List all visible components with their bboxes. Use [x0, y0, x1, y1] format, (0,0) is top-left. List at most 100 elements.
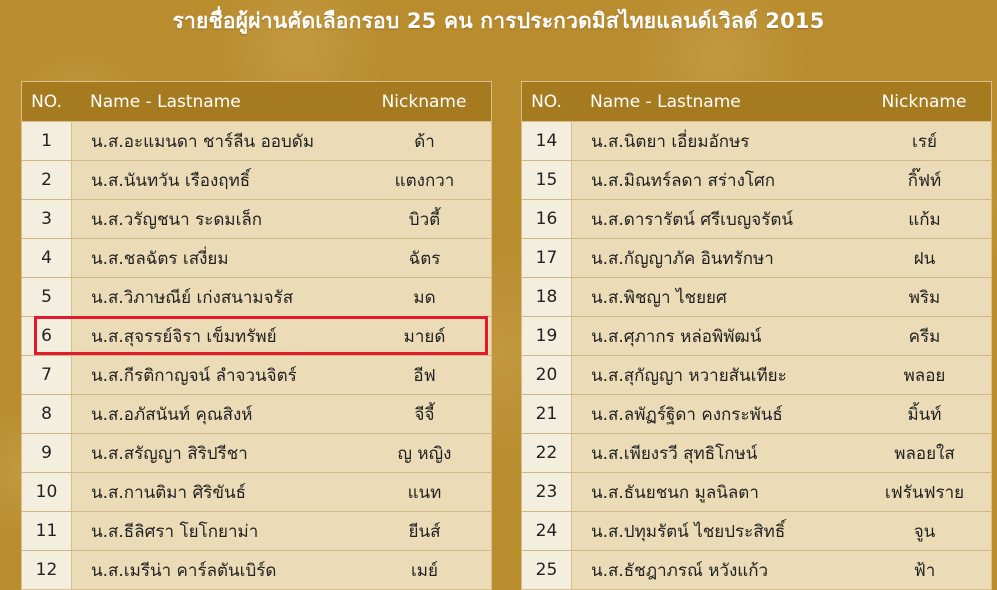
row-nickname: เมย์	[358, 551, 491, 589]
row-number: 25	[522, 551, 572, 589]
row-nickname: จีจี้	[358, 395, 491, 433]
row-number: 23	[522, 473, 572, 511]
row-number: 16	[522, 200, 572, 238]
row-nickname: พริม	[858, 278, 991, 316]
row-number: 24	[522, 512, 572, 550]
table-row: 17 น.ส.กัญญาภัค อินทรักษา ฝน	[522, 239, 991, 278]
row-number: 6	[22, 317, 72, 355]
table-row: 3 น.ส.วรัญชนา ระดมเล็ก บิวตี้	[22, 200, 491, 239]
row-name: น.ส.มิณทร์ลดา สร่างโศก	[572, 161, 858, 199]
contestant-table-right: NO. Name - Lastname Nickname 14 น.ส.นิตยา…	[521, 81, 992, 590]
row-name: น.ส.เพียงรวี สุทธิโกษน์	[572, 434, 858, 472]
table-row: 12 น.ส.เมรีน่า คาร์ลตันเบิร์ด เมย์	[22, 551, 491, 589]
row-number: 11	[22, 512, 72, 550]
row-nickname: บิวตี้	[358, 200, 491, 238]
table-row: 21 น.ส.ลพัฏร์ฐิดา คงกระพันธ์ มิ้นท์	[522, 395, 991, 434]
row-name: น.ส.กานติมา ศิริขันธ์	[72, 473, 358, 511]
row-nickname: แก้ม	[858, 200, 991, 238]
row-number: 20	[522, 356, 572, 394]
table-row: 10 น.ส.กานติมา ศิริขันธ์ แนท	[22, 473, 491, 512]
row-name: น.ส.ชลฉัตร เสงี่ยม	[72, 239, 358, 277]
table-row: 18 น.ส.พิชญา ไชยยศ พริม	[522, 278, 991, 317]
row-number: 17	[522, 239, 572, 277]
row-name: น.ส.เมรีน่า คาร์ลตันเบิร์ด	[72, 551, 358, 589]
row-number: 3	[22, 200, 72, 238]
table-row: 22 น.ส.เพียงรวี สุทธิโกษน์ พลอยใส	[522, 434, 991, 473]
row-name: น.ส.ธัชฎาภรณ์ หวังแก้ว	[572, 551, 858, 589]
row-nickname: ยีนส์	[358, 512, 491, 550]
row-number: 15	[522, 161, 572, 199]
table-row: 25 น.ส.ธัชฎาภรณ์ หวังแก้ว ฟ้า	[522, 551, 991, 589]
row-nickname: ฟ้า	[858, 551, 991, 589]
table-row: 8 น.ส.อภัสนันท์ คุณสิงห์ จีจี้	[22, 395, 491, 434]
row-number: 21	[522, 395, 572, 433]
row-name: น.ส.วิภาษณีย์ เก่งสนามจรัส	[72, 278, 358, 316]
table-row: 2 น.ส.นันทวัน เรืองฤทธิ์ แตงกวา	[22, 161, 491, 200]
table-row: 20 น.ส.สุกัญญา หวายสันเทียะ พลอย	[522, 356, 991, 395]
row-name: น.ส.อภัสนันท์ คุณสิงห์	[72, 395, 358, 433]
table-row: 4 น.ส.ชลฉัตร เสงี่ยม ฉัตร	[22, 239, 491, 278]
row-name: น.ส.กีรติกาญจน์ ลำจวนจิตร์	[72, 356, 358, 394]
row-number: 4	[22, 239, 72, 277]
row-nickname: ฝน	[858, 239, 991, 277]
header-nickname: Nickname	[381, 91, 467, 112]
row-nickname: มายด์	[358, 317, 491, 355]
table-row: 9 น.ส.สรัญญา สิริปรีชาญ หญิง	[22, 434, 491, 473]
row-name: น.ส.ลพัฏร์ฐิดา คงกระพันธ์	[572, 395, 858, 433]
row-nickname: เฟรันฟราย	[858, 473, 991, 511]
row-number: 22	[522, 434, 572, 472]
row-nickname: แนท	[358, 473, 491, 511]
row-name: น.ส.สรัญญา สิริปรีชา	[72, 434, 358, 472]
row-number: 18	[522, 278, 572, 316]
row-number: 9	[22, 434, 72, 472]
row-number: 12	[22, 551, 72, 589]
table-row: 11 น.ส.ธีลิศรา โยโกยาม่า ยีนส์	[22, 512, 491, 551]
header-nickname: Nickname	[881, 91, 967, 112]
table-row: 16 น.ส.ดารารัตน์ ศรีเบญจรัตน์ แก้ม	[522, 200, 991, 239]
row-name: น.ส.กัญญาภัค อินทรักษา	[572, 239, 858, 277]
table-row: 7 น.ส.กีรติกาญจน์ ลำจวนจิตร์ อีฟ	[22, 356, 491, 395]
row-name: น.ส.ดารารัตน์ ศรีเบญจรัตน์	[572, 200, 858, 238]
row-name: น.ส.นันทวัน เรืองฤทธิ์	[72, 161, 358, 199]
row-name: น.ส.วรัญชนา ระดมเล็ก	[72, 200, 358, 238]
row-name: น.ส.ศุภากร หล่อพิพัฒน์	[572, 317, 858, 355]
row-nickname: ญ หญิง	[358, 434, 491, 472]
row-number: 5	[22, 278, 72, 316]
table-row: 23 น.ส.ธันยชนก มูลนิลตา เฟรันฟราย	[522, 473, 991, 512]
row-number: 2	[22, 161, 72, 199]
row-nickname: ครีม	[858, 317, 991, 355]
row-nickname: ฉัตร	[358, 239, 491, 277]
header-name: Name - Lastname	[590, 91, 741, 112]
row-number: 10	[22, 473, 72, 511]
row-nickname: มิ้นท์	[858, 395, 991, 433]
row-name: น.ส.สุจรรย์จิรา เข็มทรัพย์	[72, 317, 358, 355]
table-row: 14 น.ส.นิตยา เอี่ยมอักษร เรย์	[522, 122, 991, 161]
row-nickname: จูน	[858, 512, 991, 550]
table-row: 6 น.ส.สุจรรย์จิรา เข็มทรัพย์ มายด์	[22, 317, 491, 356]
table-row: 19 น.ส.ศุภากร หล่อพิพัฒน์ ครีม	[522, 317, 991, 356]
header-no: NO.	[531, 91, 562, 112]
header-name: Name - Lastname	[90, 91, 241, 112]
table-row: 24 น.ส.ปทุมรัตน์ ไชยประสิทธิ์ จูน	[522, 512, 991, 551]
row-nickname: มด	[358, 278, 491, 316]
table-row: 5 น.ส.วิภาษณีย์ เก่งสนามจรัส มด	[22, 278, 491, 317]
row-name: น.ส.ปทุมรัตน์ ไชยประสิทธิ์	[572, 512, 858, 550]
row-number: 19	[522, 317, 572, 355]
row-name: น.ส.อะแมนดา ชาร์ลีน ออบดัม	[72, 122, 358, 160]
table-row: 15 น.ส.มิณทร์ลดา สร่างโศก กิ๊ฟท์	[522, 161, 991, 200]
row-name: น.ส.พิชญา ไชยยศ	[572, 278, 858, 316]
contestant-table-left: NO. Name - Lastname Nickname 1 น.ส.อะแมนด…	[21, 81, 492, 590]
table-row: 1 น.ส.อะแมนดา ชาร์ลีน ออบดัม ด้า	[22, 122, 491, 161]
row-number: 1	[22, 122, 72, 160]
row-nickname: แตงกวา	[358, 161, 491, 199]
row-name: น.ส.ธีลิศรา โยโกยาม่า	[72, 512, 358, 550]
row-number: 8	[22, 395, 72, 433]
table-header: NO. Name - Lastname Nickname	[22, 82, 491, 122]
header-no: NO.	[31, 91, 62, 112]
row-nickname: กิ๊ฟท์	[858, 161, 991, 199]
row-nickname: ด้า	[358, 122, 491, 160]
row-nickname: พลอยใส	[858, 434, 991, 472]
row-number: 7	[22, 356, 72, 394]
row-name: น.ส.ธันยชนก มูลนิลตา	[572, 473, 858, 511]
row-nickname: เรย์	[858, 122, 991, 160]
